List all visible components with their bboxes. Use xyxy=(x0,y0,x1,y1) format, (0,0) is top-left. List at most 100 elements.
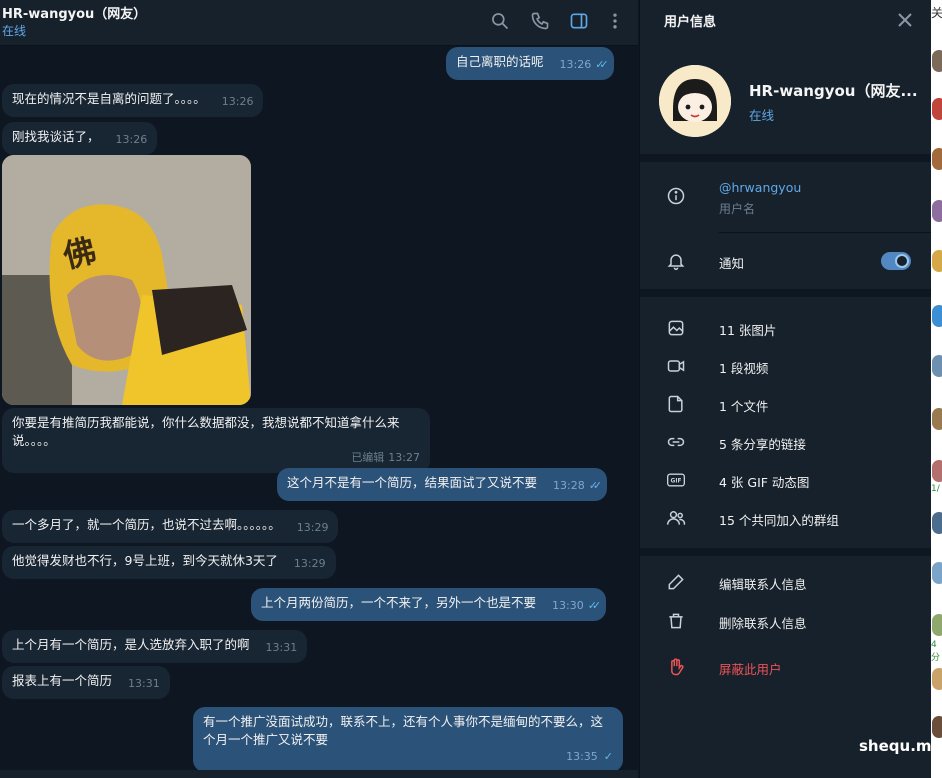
media-row-gifs[interactable]: GIF 4 张 GIF 动态图 xyxy=(640,465,932,495)
more-vertical-icon[interactable] xyxy=(603,9,627,33)
avatar-thumb xyxy=(932,250,942,272)
video-icon xyxy=(665,355,687,377)
message-incoming[interactable]: 他觉得发财也不行，9号上班，到今天就休3天了 13:29 xyxy=(2,546,336,579)
section-divider xyxy=(640,154,932,162)
bell-icon xyxy=(665,250,687,272)
avatar-thumb xyxy=(932,355,942,377)
message-time: 13:26 xyxy=(115,133,148,146)
notify-toggle[interactable] xyxy=(881,252,911,270)
avatar-thumb xyxy=(932,512,942,534)
read-checkmarks-icon: ✓✓ xyxy=(588,479,603,492)
close-icon[interactable] xyxy=(895,10,915,30)
message-incoming[interactable]: 一个多月了，就一个简历，也说不过去啊。。。。。。 13:29 xyxy=(2,510,339,543)
message-text: 上个月两份简历，一个不来了，另外一个也是不要 xyxy=(261,595,537,610)
phone-icon[interactable] xyxy=(528,9,552,33)
media-label: 11 张图片 xyxy=(719,323,777,338)
message-time: 13:35 xyxy=(566,750,598,763)
user-status: 在线 xyxy=(749,108,775,123)
message-time: 13:29 xyxy=(296,521,329,534)
panel-title: 用户信息 xyxy=(664,15,717,30)
avatar-thumb xyxy=(932,305,942,327)
media-label: 15 个共同加入的群组 xyxy=(719,513,839,528)
sticker-image[interactable]: 佛 xyxy=(2,155,251,405)
message-text: 有一个推广没面试成功，联系不上，还有个人事你不是缅甸的不要么，这个月一个推广又说… xyxy=(203,714,604,747)
message-time: 13:31 xyxy=(128,677,160,690)
message-incoming[interactable]: 现在的情况不是自离的问题了。。。。 13:26 xyxy=(2,84,264,117)
svg-text:GIF: GIF xyxy=(671,479,682,485)
avatar-thumb xyxy=(932,50,942,72)
search-icon[interactable] xyxy=(488,9,512,33)
hand-stop-icon xyxy=(665,656,687,678)
action-label: 屏蔽此用户 xyxy=(719,662,782,677)
media-row-groups[interactable]: 15 个共同加入的群组 xyxy=(640,503,932,533)
read-checkmarks-icon: ✓✓ xyxy=(595,58,609,71)
action-label: 删除联系人信息 xyxy=(719,616,807,631)
chat-panel: HR-wangyou（网友） 在线 自己离职的话呢 13:26 ✓✓ 现在的情况不是… xyxy=(0,0,638,778)
message-outgoing[interactable]: 有一个推广没面试成功，联系不上，还有个人事你不是缅甸的不要么，这个月一个推广又说… xyxy=(193,707,623,772)
pencil-icon xyxy=(665,571,687,593)
photo-icon xyxy=(665,317,687,339)
watermark: shequ.me xyxy=(859,737,942,755)
message-incoming[interactable]: 上个月有一个简历，是人选放弃入职了的啊 13:31 xyxy=(2,630,308,663)
message-text: 刚找我谈话了， xyxy=(12,129,100,144)
section-divider xyxy=(640,548,932,556)
message-time: 13:31 xyxy=(265,641,298,654)
media-label: 1 个文件 xyxy=(719,399,769,414)
message-list[interactable]: 自己离职的话呢 13:26 ✓✓ 现在的情况不是自离的问题了。。。。 13:26 刚找… xyxy=(0,46,638,772)
toggle-knob xyxy=(895,254,909,268)
avatar-thumb xyxy=(932,562,942,584)
username-value[interactable]: @hrwangyou xyxy=(719,180,801,195)
edited-label: 已编辑 xyxy=(351,451,385,464)
media-row-links[interactable]: 5 条分享的链接 xyxy=(640,427,932,457)
message-outgoing[interactable]: 这个月不是有一个简历，结果面试了又说不要 13:28 ✓✓ xyxy=(277,468,608,501)
edit-contact-button[interactable]: 编辑联系人信息 xyxy=(640,567,932,597)
user-name: HR-wangyou（网友... xyxy=(749,82,918,100)
gif-icon: GIF xyxy=(665,469,687,491)
avatar-thumb xyxy=(932,460,942,482)
message-incoming[interactable]: 刚找我谈话了， 13:26 xyxy=(2,122,158,155)
username-caption: 用户名 xyxy=(719,202,756,216)
media-label: 1 段视频 xyxy=(719,361,769,376)
message-time: 13:27 xyxy=(388,451,420,464)
info-icon xyxy=(665,185,687,207)
chat-title[interactable]: HR-wangyou（网友） xyxy=(2,3,146,22)
media-row-files[interactable]: 1 个文件 xyxy=(640,389,932,419)
message-incoming[interactable]: 报表上有一个简历 13:31 xyxy=(2,666,170,699)
trash-icon xyxy=(665,610,687,632)
strip-label: 1/ xyxy=(931,484,940,494)
avatar-thumb xyxy=(932,148,942,170)
delete-contact-button[interactable]: 删除联系人信息 xyxy=(640,606,932,636)
block-user-button[interactable]: 屏蔽此用户 xyxy=(640,652,932,682)
action-label: 编辑联系人信息 xyxy=(719,577,807,592)
read-checkmarks-icon: ✓✓ xyxy=(587,599,602,612)
message-time: 13:29 xyxy=(293,557,326,570)
message-text: 这个月不是有一个简历，结果面试了又说不要 xyxy=(287,475,538,490)
row-divider xyxy=(719,232,932,233)
message-time: 13:26 xyxy=(559,58,592,71)
message-text: 上个月有一个简历，是人选放弃入职了的啊 xyxy=(12,637,250,652)
strip-label: 4分 xyxy=(931,640,941,663)
message-text: 他觉得发财也不行，9号上班，到今天就休3天了 xyxy=(12,553,278,568)
message-text: 你要是有推简历我都能说，你什么数据都没，我想说都不知道拿什么来说。。。。 xyxy=(12,415,400,448)
media-row-videos[interactable]: 1 段视频 xyxy=(640,351,932,381)
message-time: 13:30 xyxy=(552,599,584,612)
message-time: 13:28 xyxy=(553,479,585,492)
composer-edge xyxy=(0,770,638,778)
avatar[interactable] xyxy=(659,65,731,137)
sidebar-toggle-icon[interactable] xyxy=(567,9,591,33)
avatar-thumb xyxy=(932,716,942,738)
avatar-thumb xyxy=(932,668,942,690)
message-outgoing[interactable]: 上个月两份简历，一个不来了，另外一个也是不要 13:30 ✓✓ xyxy=(251,588,607,621)
message-incoming[interactable]: 你要是有推简历我都能说，你什么数据都没，我想说都不知道拿什么来说。。。。 已编辑… xyxy=(2,408,430,473)
section-divider xyxy=(640,289,932,297)
group-icon xyxy=(665,507,687,529)
notify-label: 通知 xyxy=(719,256,745,271)
avatar-thumb xyxy=(932,98,942,120)
message-text: 一个多月了，就一个简历，也说不过去啊。。。。。。 xyxy=(12,517,281,532)
message-time: 13:26 xyxy=(221,95,254,108)
media-label: 4 张 GIF 动态图 xyxy=(719,475,810,490)
avatar-thumb xyxy=(932,200,942,222)
message-outgoing[interactable]: 自己离职的话呢 13:26 ✓✓ xyxy=(446,47,614,80)
media-row-photos[interactable]: 11 张图片 xyxy=(640,313,932,343)
read-checkmark-icon: ✓ xyxy=(603,750,613,763)
